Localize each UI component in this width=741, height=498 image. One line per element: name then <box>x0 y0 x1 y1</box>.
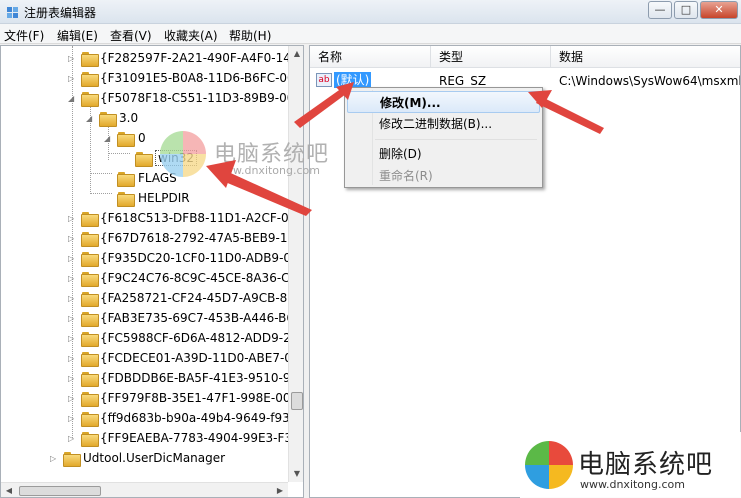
logo-icon <box>525 441 573 489</box>
corner-logo: 电脑系统吧 www.dnxitong.com <box>520 432 741 498</box>
annotation-arrows <box>206 82 604 216</box>
logo-text: 电脑系统吧 <box>578 450 714 480</box>
logo-url: www.dnxitong.com <box>580 478 685 491</box>
